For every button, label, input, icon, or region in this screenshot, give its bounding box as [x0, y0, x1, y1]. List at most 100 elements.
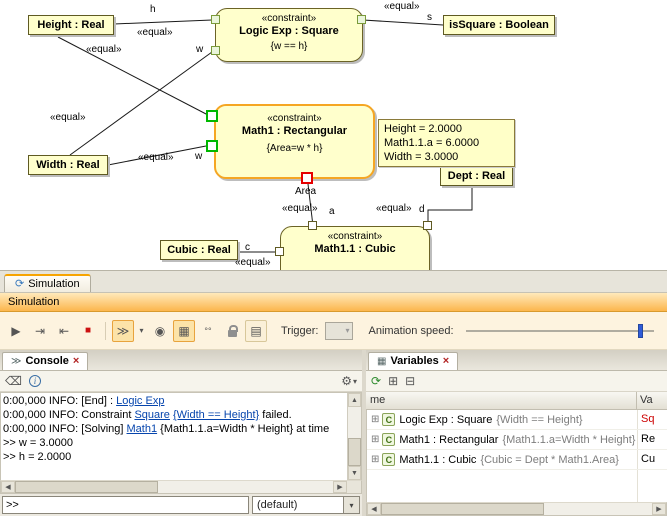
- chevron-down-icon[interactable]: ▾: [343, 497, 359, 513]
- console-horizontal-scrollbar[interactable]: ◀ ▶: [0, 480, 362, 494]
- breakpoints-button[interactable]: °°: [197, 320, 219, 342]
- part-height[interactable]: Height : Real: [28, 15, 114, 35]
- scroll-right-button[interactable]: ▶: [333, 481, 347, 493]
- tab-console[interactable]: ≫ Console ×: [2, 352, 88, 370]
- scrollbar-thumb[interactable]: [348, 438, 361, 466]
- expand-all-icon[interactable]: ⊞: [388, 374, 398, 388]
- animation-toggle-button[interactable]: ▦: [173, 320, 195, 342]
- edge-label-equal[interactable]: «equal»: [86, 44, 122, 55]
- export-image-button[interactable]: ▤: [245, 320, 267, 342]
- scroll-left-button[interactable]: ◀: [367, 503, 381, 515]
- port-logicexp-h[interactable]: [211, 15, 220, 24]
- scroll-down-button[interactable]: ▼: [348, 466, 361, 480]
- port-logicexp-s[interactable]: [357, 15, 366, 24]
- edge-label-equal[interactable]: «equal»: [138, 152, 174, 163]
- connector-height-math1[interactable]: [58, 37, 208, 115]
- scroll-right-button[interactable]: ▶: [652, 503, 666, 515]
- console-dropdown-button[interactable]: ▾: [136, 320, 147, 342]
- edge-label-d[interactable]: d: [419, 204, 425, 215]
- expand-toggle-icon[interactable]: ⊞: [371, 414, 379, 425]
- console-output[interactable]: 0:00,000 INFO: [End] : Logic Exp 0:00,00…: [0, 392, 362, 480]
- port-math11-d[interactable]: [423, 221, 432, 230]
- port-math11-a[interactable]: [308, 221, 317, 230]
- tab-variables[interactable]: ▦ Variables ×: [368, 352, 458, 370]
- constraint-math11[interactable]: «constraint» Math1.1 : Cubic: [280, 226, 430, 270]
- element-link[interactable]: Square: [134, 409, 169, 421]
- element-link[interactable]: Logic Exp: [116, 395, 164, 407]
- console-scope-select[interactable]: (default) ▾: [252, 496, 360, 514]
- part-issquare[interactable]: isSquare : Boolean: [443, 15, 555, 35]
- step-into-button[interactable]: ⇥: [29, 320, 51, 342]
- column-name[interactable]: me: [366, 392, 636, 409]
- part-cubic[interactable]: Cubic : Real: [160, 240, 238, 260]
- scrollbar-track[interactable]: [15, 481, 333, 493]
- edge-label-equal[interactable]: «equal»: [282, 203, 318, 214]
- scrollbar-track[interactable]: [348, 407, 361, 466]
- stop-button[interactable]: ■: [77, 320, 99, 342]
- step-over-button[interactable]: ⇤: [53, 320, 75, 342]
- edge-label-c[interactable]: c: [245, 242, 250, 253]
- scrollbar-thumb[interactable]: [381, 503, 544, 515]
- row-value[interactable]: Cu: [638, 450, 667, 469]
- scrollbar-track[interactable]: [381, 503, 652, 515]
- scroll-up-button[interactable]: ▲: [348, 393, 361, 407]
- diagram-canvas[interactable]: Height : Real isSquare : Boolean Width :…: [0, 0, 667, 270]
- refresh-icon[interactable]: ⟳: [371, 374, 381, 388]
- edge-label-w[interactable]: w: [196, 44, 203, 55]
- close-icon[interactable]: ×: [443, 357, 449, 366]
- animation-speed-slider[interactable]: [466, 323, 654, 339]
- info-icon[interactable]: i: [29, 375, 41, 387]
- connector-height-logicexp[interactable]: [114, 20, 212, 24]
- clear-console-icon[interactable]: ⌫: [5, 374, 22, 388]
- collapse-all-icon[interactable]: ⊟: [405, 374, 415, 388]
- edge-label-w[interactable]: w: [195, 151, 202, 162]
- port-math11-c[interactable]: [275, 247, 284, 256]
- edge-label-h[interactable]: h: [150, 4, 156, 15]
- edge-label-area[interactable]: Area: [295, 186, 316, 197]
- element-link[interactable]: {Width == Height}: [173, 409, 259, 421]
- part-width[interactable]: Width : Real: [28, 155, 108, 175]
- edge-label-a[interactable]: a: [329, 206, 335, 217]
- lock-button[interactable]: [221, 320, 243, 342]
- variables-column-header[interactable]: me Va: [366, 392, 667, 410]
- console-toggle-button[interactable]: ≫: [112, 320, 134, 342]
- constraint-logic-exp[interactable]: «constraint» Logic Exp : Square {w == h}: [215, 8, 363, 62]
- edge-label-equal[interactable]: «equal»: [384, 1, 420, 12]
- console-vertical-scrollbar[interactable]: ▲ ▼: [347, 393, 361, 480]
- variables-horizontal-scrollbar[interactable]: ◀ ▶: [366, 502, 667, 516]
- scroll-left-button[interactable]: ◀: [1, 481, 15, 493]
- tab-simulation[interactable]: ⟳ Simulation: [4, 274, 91, 292]
- constraint-math1[interactable]: «constraint» Math1 : Rectangular {Area=w…: [214, 104, 375, 179]
- part-dept[interactable]: Dept : Real: [440, 166, 513, 186]
- connector-dept-math11[interactable]: [428, 187, 472, 226]
- variables-table[interactable]: ⊞ C Logic Exp : Square {Width == Height}…: [366, 410, 667, 502]
- chevron-down-icon[interactable]: ▾: [353, 377, 357, 386]
- element-link[interactable]: Math1: [127, 423, 158, 435]
- port-math1-h[interactable]: [206, 110, 218, 122]
- column-value[interactable]: Va: [636, 392, 667, 409]
- row-value[interactable]: Sq: [638, 410, 667, 429]
- trigger-select[interactable]: ▾: [325, 322, 353, 340]
- gear-icon[interactable]: ⚙: [341, 374, 352, 388]
- console-prompt-input[interactable]: [2, 496, 249, 514]
- slider-handle[interactable]: [638, 324, 643, 338]
- run-button[interactable]: ▶: [5, 320, 27, 342]
- expand-toggle-icon[interactable]: ⊞: [371, 454, 379, 465]
- scrollbar-thumb[interactable]: [15, 481, 158, 493]
- port-logicexp-w[interactable]: [211, 46, 220, 55]
- port-math1-w[interactable]: [206, 140, 218, 152]
- watch-button[interactable]: ◉: [149, 320, 171, 342]
- port-math1-area[interactable]: [301, 172, 313, 184]
- row-value[interactable]: Re: [638, 430, 667, 449]
- expand-toggle-icon[interactable]: ⊞: [371, 434, 379, 445]
- table-row[interactable]: ⊞ C Math1 : Rectangular {Math1.1.a=Width…: [367, 430, 667, 450]
- connector-width-logicexp[interactable]: [70, 52, 212, 155]
- table-row[interactable]: ⊞ C Math1.1 : Cubic {Cubic = Dept * Math…: [367, 450, 667, 470]
- edge-label-s[interactable]: s: [427, 12, 432, 23]
- edge-label-equal[interactable]: «equal»: [235, 257, 271, 268]
- close-icon[interactable]: ×: [73, 357, 79, 366]
- edge-label-equal[interactable]: «equal»: [376, 203, 412, 214]
- edge-label-equal[interactable]: «equal»: [137, 27, 173, 38]
- edge-label-equal[interactable]: «equal»: [50, 112, 86, 123]
- table-row[interactable]: ⊞ C Logic Exp : Square {Width == Height}…: [367, 410, 667, 430]
